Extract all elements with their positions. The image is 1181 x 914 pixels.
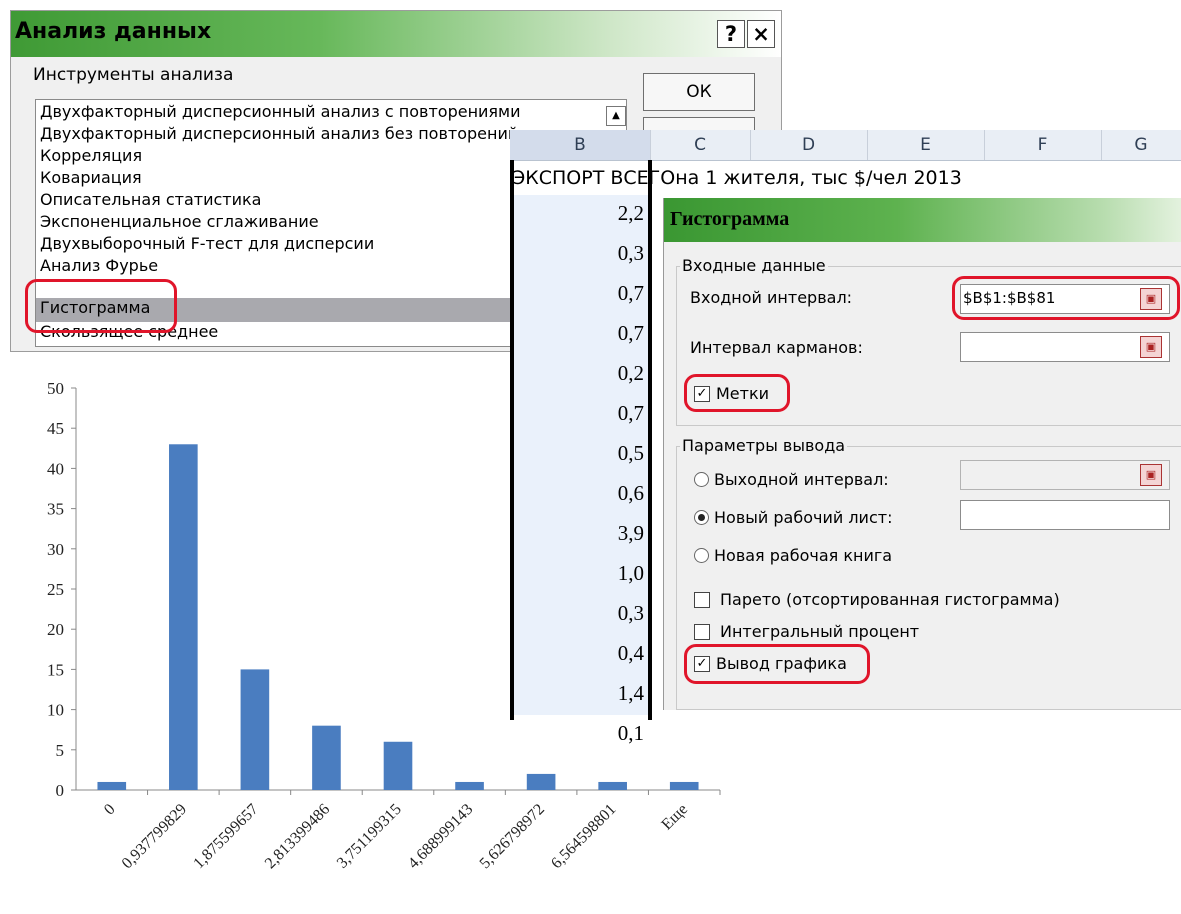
selection-highlight-ring [25, 279, 177, 333]
histogram-bar [383, 741, 413, 790]
cell-value[interactable]: 0,2 [618, 361, 644, 386]
analysis-dialog-title: Анализ данных [15, 19, 212, 44]
list-item[interactable]: Анализ Фурье [40, 256, 158, 275]
output-range-label: Выходной интервал: [714, 470, 889, 489]
cell-value[interactable]: 0,7 [618, 321, 644, 346]
header-cell[interactable]: ЭКСПОРТ ВСЕГОна 1 жителя, тыс $/чел 2013 [510, 161, 1181, 195]
y-tick-label: 50 [47, 379, 64, 398]
column-b-cells: 2,2 0,3 0,7 0,7 0,2 0,7 0,5 0,6 3,9 1,0 … [510, 195, 650, 745]
new-workbook-radio[interactable] [694, 548, 709, 563]
list-item[interactable]: Двухфакторный дисперсионный анализ с пов… [40, 102, 521, 121]
x-tick-label: 5,626798972 [477, 801, 548, 872]
x-tick-label: 6,564598801 [548, 801, 619, 872]
new-workbook-label: Новая рабочая книга [714, 546, 893, 565]
input-range-label: Входной интервал: [690, 288, 853, 307]
column-header-d[interactable]: D [750, 130, 868, 160]
column-b-border-right [648, 160, 652, 720]
cell-value[interactable]: 1,4 [618, 681, 644, 706]
output-range-radio[interactable] [694, 472, 709, 487]
scroll-up-arrow-icon[interactable]: ▲ [606, 106, 626, 126]
cell-value[interactable]: 0,3 [618, 241, 644, 266]
x-tick-label: 2,813399486 [262, 801, 333, 872]
cell-value[interactable]: 0,7 [618, 281, 644, 306]
cell-value[interactable]: 0,4 [618, 641, 644, 666]
input-range-highlight-ring [952, 276, 1180, 320]
cell-value[interactable]: 2,2 [618, 201, 644, 226]
bin-range-label: Интервал карманов: [690, 338, 863, 357]
y-tick-label: 5 [56, 741, 65, 760]
histogram-bar [97, 781, 127, 790]
column-headers: B C D E F G [510, 130, 1181, 161]
new-sheet-radio[interactable] [694, 510, 709, 525]
histogram-bar [169, 444, 198, 790]
cell-value[interactable]: 0,7 [618, 401, 644, 426]
histogram-dialog-title: Гистограмма [670, 208, 790, 230]
cell-value[interactable]: 0,1 [618, 721, 644, 746]
new-sheet-label: Новый рабочий лист: [714, 508, 893, 527]
histogram-bar [240, 669, 270, 790]
x-tick-label: 0,937799829 [119, 801, 190, 872]
x-tick-label: 3,751199315 [334, 801, 405, 872]
histogram-bar [312, 725, 341, 790]
output-range-field[interactable] [960, 460, 1170, 490]
cell-value[interactable]: 3,9 [618, 521, 644, 546]
pareto-label: Парето (отсортированная гистограмма) [720, 590, 1060, 609]
column-header-g[interactable]: G [1101, 130, 1181, 160]
list-item[interactable]: Ковариация [40, 168, 142, 187]
column-b-border-left [510, 160, 514, 720]
histogram-dialog: Гистограмма Входные данные Входной интер… [663, 198, 1181, 710]
list-item[interactable]: Описательная статистика [40, 190, 261, 209]
column-header-e[interactable]: E [867, 130, 985, 160]
output-group-label: Параметры вывода [680, 436, 848, 455]
histogram-bar [669, 781, 699, 790]
y-tick-label: 0 [56, 781, 65, 800]
close-button[interactable]: × [747, 20, 775, 48]
x-tick-label: Еще [658, 801, 691, 834]
y-tick-label: 10 [47, 701, 64, 720]
ok-button[interactable]: ОК [643, 73, 755, 111]
y-tick-label: 35 [47, 500, 64, 519]
list-item[interactable]: Двухвыборочный F-тест для дисперсии [40, 234, 374, 253]
y-tick-label: 20 [47, 620, 64, 639]
column-header-c[interactable]: C [650, 130, 751, 160]
y-tick-label: 15 [47, 660, 64, 679]
labels-highlight-ring [684, 374, 790, 412]
cell-value[interactable]: 0,3 [618, 601, 644, 626]
column-header-f[interactable]: F [984, 130, 1102, 160]
cumulative-label: Интегральный процент [720, 622, 920, 641]
x-tick-label: 0 [101, 801, 119, 819]
list-item[interactable]: Корреляция [40, 146, 142, 165]
cell-value[interactable]: 0,6 [618, 481, 644, 506]
y-tick-label: 30 [47, 540, 64, 559]
bin-range-field[interactable] [960, 332, 1170, 362]
cumulative-checkbox[interactable] [694, 624, 710, 640]
pareto-checkbox[interactable] [694, 592, 710, 608]
list-item[interactable]: Экспоненциальное сглаживание [40, 212, 319, 231]
histogram-bar [526, 773, 556, 790]
input-group-label: Входные данные [680, 256, 828, 275]
list-item[interactable]: Двухфакторный дисперсионный анализ без п… [40, 124, 518, 143]
range-select-icon[interactable]: ▣ [1140, 336, 1162, 358]
y-tick-label: 45 [47, 419, 64, 438]
range-select-icon[interactable]: ▣ [1140, 464, 1162, 486]
x-tick-label: 1,875599657 [190, 801, 261, 872]
histogram-bar [598, 781, 627, 790]
column-header-b[interactable]: B [510, 130, 651, 160]
x-tick-label: 4,688999143 [405, 801, 476, 872]
y-tick-label: 40 [47, 459, 64, 478]
histogram-bar [455, 781, 484, 790]
help-button[interactable]: ? [717, 20, 745, 48]
tools-label: Инструменты анализа [33, 65, 234, 85]
new-sheet-field[interactable] [960, 500, 1170, 530]
chart-output-highlight-ring [684, 644, 870, 684]
y-tick-label: 25 [47, 580, 64, 599]
cell-value[interactable]: 0,5 [618, 441, 644, 466]
cell-value[interactable]: 1,0 [618, 561, 644, 586]
